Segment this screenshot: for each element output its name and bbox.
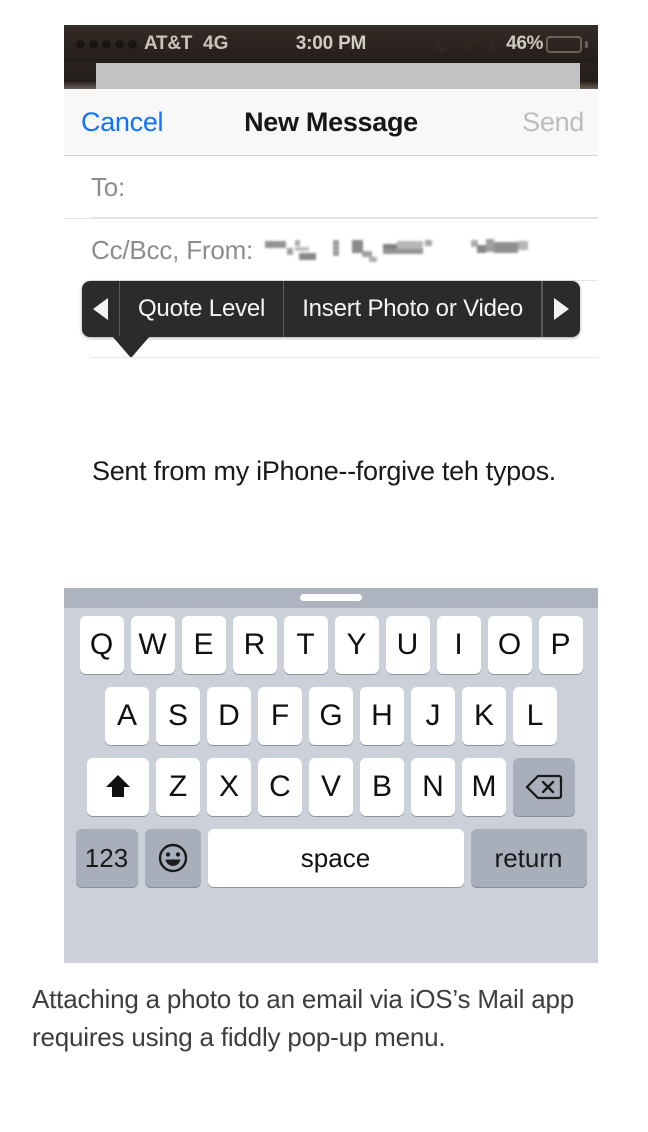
cc-bcc-from-field-row[interactable]: Cc/Bcc, From: [64, 218, 598, 281]
status-bar-right: 46% [435, 25, 588, 63]
redaction-block-1 [265, 238, 321, 267]
delete-icon [525, 774, 563, 800]
key-k[interactable]: K [462, 687, 506, 745]
key-a[interactable]: A [105, 687, 149, 745]
key-y[interactable]: Y [334, 616, 379, 674]
key-e[interactable]: E [181, 616, 226, 674]
battery-indicator: 46% [506, 33, 588, 55]
key-q[interactable]: Q [79, 616, 124, 674]
keyboard-rows: Q W E R T Y U I O P A S D F G H J K L Z … [64, 608, 598, 887]
key-o[interactable]: O [487, 616, 532, 674]
from-address-redacted [265, 238, 535, 267]
status-bar: AT&T 4G 3:00 PM 46% [64, 25, 598, 63]
context-popup-menu[interactable]: Quote Level Insert Photo or Video [82, 281, 580, 358]
bluetooth-icon [487, 34, 498, 54]
battery-icon [546, 35, 582, 53]
keyboard-row-4: 123 space return [64, 829, 598, 887]
keyboard-row-2: A S D F G H J K L [64, 687, 598, 745]
to-field-row[interactable]: To: [64, 156, 598, 218]
key-g[interactable]: G [309, 687, 353, 745]
message-body[interactable]: Sent from my iPhone--forgive teh typos. [64, 359, 598, 541]
signature-text: Sent from my iPhone--forgive teh typos. [92, 456, 557, 486]
popup-prev-button[interactable] [82, 281, 120, 337]
capture-edge-band [64, 63, 598, 89]
onscreen-keyboard: Q W E R T Y U I O P A S D F G H J K L Z … [64, 588, 598, 963]
moon-icon [435, 37, 449, 53]
key-m[interactable]: M [462, 758, 506, 816]
keyboard-drag-handle-bar[interactable] [64, 588, 598, 608]
send-button[interactable]: Send [522, 107, 584, 138]
emoji-key[interactable] [144, 829, 201, 887]
page-title: New Message [244, 106, 418, 137]
figure-caption: Attaching a photo to an email via iOS’s … [32, 984, 575, 1052]
key-p[interactable]: P [538, 616, 583, 674]
popup-menu-container: Quote Level Insert Photo or Video [64, 281, 598, 359]
shift-icon [106, 775, 130, 797]
key-d[interactable]: D [207, 687, 251, 745]
key-n[interactable]: N [411, 758, 455, 816]
to-field-label: To: [91, 171, 126, 202]
field-divider [91, 357, 598, 358]
key-c[interactable]: C [258, 758, 302, 816]
key-w[interactable]: W [130, 616, 175, 674]
key-j[interactable]: J [411, 687, 455, 745]
key-h[interactable]: H [360, 687, 404, 745]
key-v[interactable]: V [309, 758, 353, 816]
redaction-block-4 [471, 238, 535, 267]
delete-key[interactable] [513, 758, 575, 816]
cc-bcc-from-label: Cc/Bcc, From: [91, 234, 254, 265]
space-key[interactable]: space [207, 829, 464, 887]
key-r[interactable]: R [232, 616, 277, 674]
key-z[interactable]: Z [156, 758, 200, 816]
keyboard-row-1: Q W E R T Y U I O P [64, 616, 598, 674]
popup-item-insert-photo-or-video[interactable]: Insert Photo or Video [284, 281, 543, 337]
keyboard-row-3: Z X C V B N M [64, 758, 598, 816]
redaction-block-3 [352, 238, 460, 267]
key-b[interactable]: B [360, 758, 404, 816]
triangle-left-icon [92, 298, 108, 320]
triangle-right-icon [554, 298, 569, 320]
smiley-face-icon [158, 843, 187, 873]
key-f[interactable]: F [258, 687, 302, 745]
key-l[interactable]: L [513, 687, 557, 745]
popup-pointer-tail [112, 336, 150, 358]
keyboard-handle-pill-icon [300, 594, 362, 601]
return-key[interactable]: return [470, 829, 587, 887]
redaction-block-2 [332, 238, 341, 267]
popup-next-button[interactable] [542, 281, 580, 337]
key-u[interactable]: U [385, 616, 430, 674]
popup-item-quote-level[interactable]: Quote Level [120, 281, 285, 337]
key-s[interactable]: S [156, 687, 200, 745]
shift-key[interactable] [87, 758, 149, 816]
navigation-bar: Cancel New Message Send [64, 89, 598, 156]
iphone-screenshot: AT&T 4G 3:00 PM 46% Cancel New Message S… [64, 25, 598, 963]
location-arrow-icon [461, 36, 478, 52]
battery-percent-label: 46% [506, 33, 543, 54]
key-x[interactable]: X [207, 758, 251, 816]
key-i[interactable]: I [436, 616, 481, 674]
numbers-key[interactable]: 123 [75, 829, 138, 887]
key-t[interactable]: T [283, 616, 328, 674]
